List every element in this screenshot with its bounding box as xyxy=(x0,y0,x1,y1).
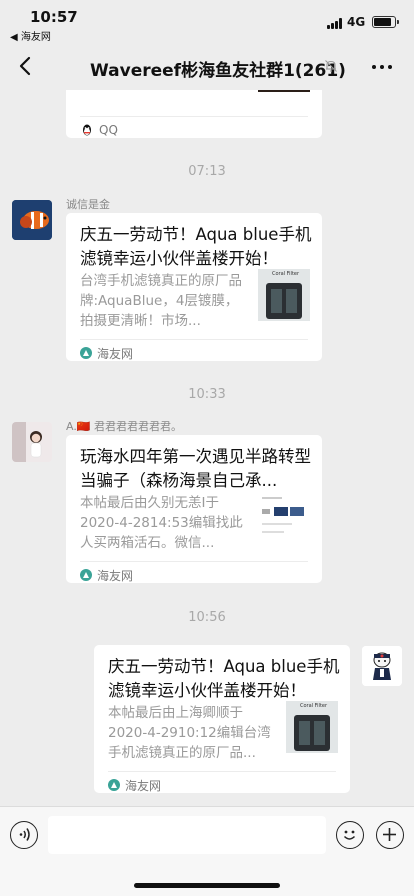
avatar[interactable] xyxy=(362,646,402,686)
nav-bar: Wavereef彬海鱼友社群1(261) xyxy=(0,44,414,90)
plus-icon[interactable] xyxy=(376,821,404,849)
input-bar xyxy=(0,806,414,896)
home-indicator[interactable] xyxy=(134,883,280,888)
card-thumbnail xyxy=(258,90,310,92)
thumb-label: Coral Filter xyxy=(300,703,328,709)
girl-avatar-image xyxy=(12,422,52,462)
emoji-icon[interactable] xyxy=(336,821,364,849)
clownfish-avatar-image xyxy=(12,200,52,240)
card-divider xyxy=(108,771,336,772)
card-divider xyxy=(80,561,308,562)
card-source-name: 海友网 xyxy=(97,346,134,361)
card-source: QQ xyxy=(80,121,118,139)
card-divider xyxy=(80,339,308,340)
cartoon-avatar-image xyxy=(362,646,402,686)
card-source: 海友网 xyxy=(80,566,133,584)
card-title: 庆五一劳动节！Aqua blue手机滤镜幸运小伙伴盖楼开始！ xyxy=(80,225,312,268)
avatar[interactable] xyxy=(12,200,52,240)
card-title: 玩海水四年第一次遇见半路转型当骗子（森杨海景自己承... xyxy=(80,447,311,490)
card-description: 台湾手机滤镜真正的原厂品牌:AquaBlue，4层镀膜，拍摄更清晰！市场... xyxy=(80,273,242,329)
card-description: 本帖最后由上海卿顺于2020-4-2910:12编辑台湾手机滤镜真正的原厂品..… xyxy=(108,705,271,761)
card-source-name: QQ xyxy=(99,123,118,137)
card-source-name: 海友网 xyxy=(125,778,162,793)
message-timestamp: 10:56 xyxy=(188,610,226,625)
thumb-label: Coral Filter xyxy=(272,271,300,277)
link-card[interactable]: 玩海水四年第一次遇见半路转型当骗子（森杨海景自己承... 本帖最后由久别无恙I于… xyxy=(66,435,322,583)
card-thumbnail xyxy=(258,491,310,543)
message-timestamp: 07:13 xyxy=(188,164,226,179)
signal-icon xyxy=(327,18,343,29)
status-time: 10:57 xyxy=(30,8,78,26)
chat-title: Wavereef彬海鱼友社群1(261) xyxy=(90,61,346,81)
card-title: 庆五一劳动节！Aqua blue手机滤镜幸运小伙伴盖楼开始！ xyxy=(108,657,340,700)
message-timestamp: 10:33 xyxy=(188,387,226,402)
link-card[interactable]: 庆五一劳动节！Aqua blue手机滤镜幸运小伙伴盖楼开始！ 本帖最后由上海卿顺… xyxy=(94,645,350,793)
link-card[interactable]: QQ xyxy=(66,90,322,138)
card-source-name: 海友网 xyxy=(97,568,134,583)
card-divider xyxy=(80,116,308,117)
card-source: 海友网 xyxy=(80,344,133,362)
card-description: 本帖最后由久别无恙I于2020-4-2814:53编辑找此人买两箱活石。微信..… xyxy=(80,495,243,551)
back-to-app-link[interactable]: ◀ 海友网 xyxy=(10,28,51,43)
chevron-left-icon[interactable] xyxy=(14,54,38,78)
haiyou-icon xyxy=(80,347,92,359)
qq-icon xyxy=(83,124,91,136)
card-thumbnail: Coral Filter xyxy=(286,701,338,753)
sender-name: 诚信是金 xyxy=(66,198,110,211)
message-input[interactable] xyxy=(48,816,326,854)
status-bar: 10:57 ◀ 海友网 4G xyxy=(0,0,414,44)
haiyou-icon xyxy=(80,569,92,581)
chat-message-list[interactable]: QQ 07:13 诚信是金 庆五一劳动节！Aqua blue手机滤镜幸运小伙伴盖… xyxy=(0,90,414,806)
sender-name: A.🇨🇳 君君君君君君君。 xyxy=(66,420,183,433)
battery-icon xyxy=(372,16,399,28)
card-source: 海友网 xyxy=(108,776,161,794)
link-card[interactable]: 庆五一劳动节！Aqua blue手机滤镜幸运小伙伴盖楼开始！ 台湾手机滤镜真正的… xyxy=(66,213,322,361)
haiyou-icon xyxy=(108,779,120,791)
network-type: 4G xyxy=(347,15,366,29)
more-icon[interactable] xyxy=(370,64,394,70)
bell-off-icon xyxy=(325,60,337,72)
voice-icon[interactable] xyxy=(10,821,38,849)
avatar[interactable] xyxy=(12,422,52,462)
card-thumbnail: Coral Filter xyxy=(258,269,310,321)
